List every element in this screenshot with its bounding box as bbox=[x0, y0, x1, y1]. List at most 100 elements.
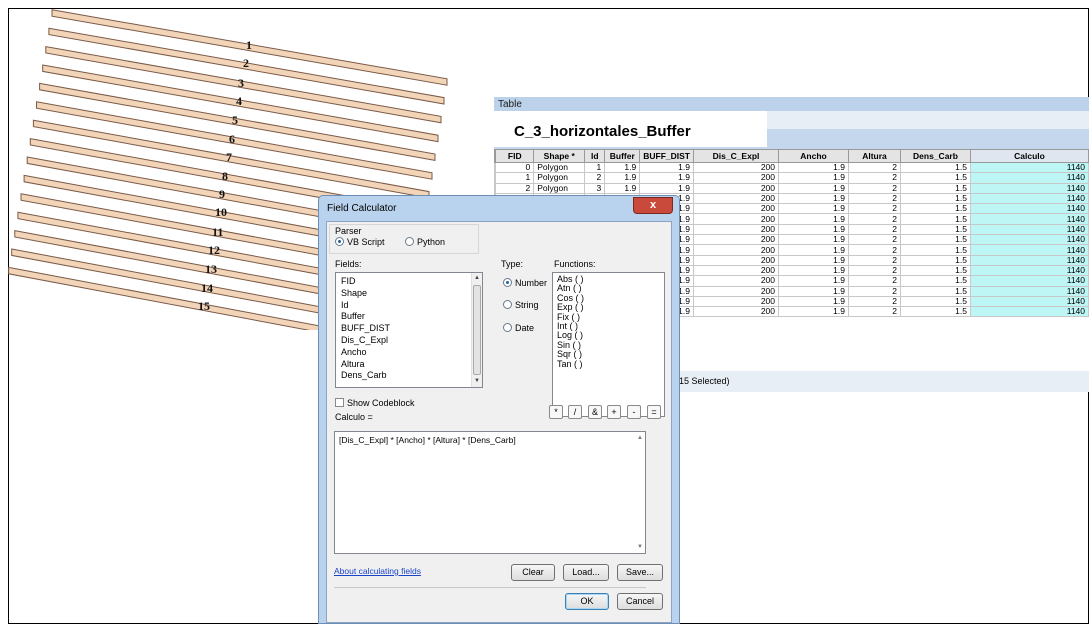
table-cell[interactable]: 200 bbox=[693, 203, 779, 215]
operator-button[interactable]: / bbox=[568, 405, 582, 419]
table-cell[interactable]: 200 bbox=[693, 234, 779, 246]
table-cell[interactable]: 1140 bbox=[970, 254, 1089, 266]
table-cell[interactable]: 200 bbox=[693, 285, 779, 297]
scroll-up-icon[interactable]: ▲ bbox=[472, 273, 482, 284]
table-cell[interactable]: 1.5 bbox=[900, 285, 971, 297]
column-header[interactable]: Shape * bbox=[533, 149, 586, 163]
table-cell[interactable]: 1.9 bbox=[778, 234, 849, 246]
table-cell[interactable]: 2 bbox=[848, 182, 901, 194]
table-cell[interactable]: 1.5 bbox=[900, 182, 971, 194]
table-cell[interactable]: 1.9 bbox=[778, 244, 849, 256]
table-cell[interactable]: 1140 bbox=[970, 172, 1089, 184]
table-cell[interactable]: 1.9 bbox=[778, 213, 849, 225]
expression-editor[interactable]: [Dis_C_Expl] * [Ancho] * [Altura] * [Den… bbox=[334, 431, 646, 554]
field-list-item[interactable]: BUFF_DIST bbox=[336, 323, 482, 335]
table-cell[interactable]: 2 bbox=[848, 172, 901, 184]
table-cell[interactable]: 200 bbox=[693, 172, 779, 184]
load-button[interactable]: Load... bbox=[563, 564, 609, 581]
table-cell[interactable]: 1.9 bbox=[778, 161, 849, 174]
table-cell[interactable]: 2 bbox=[848, 192, 901, 205]
field-list-item[interactable]: Shape bbox=[336, 288, 482, 300]
function-list-item[interactable]: Tan ( ) bbox=[553, 359, 664, 369]
column-header[interactable]: Calculo bbox=[970, 149, 1089, 163]
scroll-thumb[interactable] bbox=[473, 285, 481, 375]
table-cell[interactable]: 1140 bbox=[970, 192, 1089, 205]
table-cell[interactable]: 1.5 bbox=[900, 295, 971, 308]
about-calculating-fields-link[interactable]: About calculating fields bbox=[334, 566, 421, 576]
show-codeblock-checkbox[interactable]: Show Codeblock bbox=[335, 398, 415, 408]
table-cell[interactable]: 1140 bbox=[970, 295, 1089, 308]
table-cell[interactable]: 1.5 bbox=[900, 244, 971, 256]
table-cell[interactable]: 1.5 bbox=[900, 203, 971, 215]
table-cell[interactable]: 200 bbox=[693, 275, 779, 287]
column-header[interactable]: Buffer bbox=[604, 149, 641, 163]
table-cell[interactable]: 1.5 bbox=[900, 161, 971, 174]
table-cell[interactable]: 1.5 bbox=[900, 213, 971, 225]
type-date-radio[interactable]: Date bbox=[503, 323, 534, 333]
parser-vbscript-radio[interactable]: VB Script bbox=[335, 237, 385, 247]
table-cell[interactable]: 1 bbox=[584, 161, 606, 174]
operator-button[interactable]: * bbox=[549, 405, 563, 419]
table-cell[interactable]: 1.9 bbox=[778, 203, 849, 215]
table-cell[interactable]: 1140 bbox=[970, 275, 1089, 287]
table-cell[interactable]: 200 bbox=[693, 264, 779, 277]
table-cell[interactable]: 1.9 bbox=[639, 182, 694, 194]
table-cell[interactable]: Polygon bbox=[533, 172, 586, 184]
table-cell[interactable]: 1.5 bbox=[900, 264, 971, 277]
table-cell[interactable]: 1.9 bbox=[639, 172, 694, 184]
table-cell[interactable]: Polygon bbox=[533, 161, 586, 174]
table-cell[interactable]: Polygon bbox=[533, 182, 586, 194]
table-row[interactable]: 1 Polygon 2 1.9 1.9 200 1.9 2 1.5 1140 bbox=[493, 172, 1089, 184]
table-cell[interactable]: 200 bbox=[693, 223, 779, 236]
table-cell[interactable]: 1.5 bbox=[900, 172, 971, 184]
column-header[interactable]: Id bbox=[584, 149, 606, 163]
clear-button[interactable]: Clear bbox=[511, 564, 555, 581]
table-cell[interactable]: 1.5 bbox=[900, 223, 971, 236]
column-header[interactable]: BUFF_DIST bbox=[639, 149, 694, 163]
table-cell[interactable]: 1.5 bbox=[900, 306, 971, 318]
table-cell[interactable]: 1.9 bbox=[778, 285, 849, 297]
table-cell[interactable]: 200 bbox=[693, 244, 779, 256]
parser-python-radio[interactable]: Python bbox=[405, 237, 445, 247]
table-cell[interactable]: 1 bbox=[495, 172, 535, 184]
type-number-radio[interactable]: Number bbox=[503, 278, 547, 288]
column-header[interactable]: Dis_C_Expl bbox=[693, 149, 779, 163]
table-cell[interactable]: 2 bbox=[848, 275, 901, 287]
table-cell[interactable]: 1140 bbox=[970, 203, 1089, 215]
column-header[interactable]: Altura bbox=[848, 149, 901, 163]
field-list-item[interactable]: Altura bbox=[336, 359, 482, 371]
operator-button[interactable]: - bbox=[627, 405, 641, 419]
close-button[interactable]: x bbox=[633, 197, 673, 214]
table-cell[interactable]: 1.9 bbox=[604, 161, 641, 174]
table-cell[interactable]: 1.9 bbox=[604, 182, 641, 194]
table-cell[interactable]: 1.9 bbox=[778, 182, 849, 194]
table-cell[interactable]: 2 bbox=[848, 234, 901, 246]
table-cell[interactable]: 2 bbox=[848, 223, 901, 236]
column-header[interactable]: Ancho bbox=[778, 149, 849, 163]
table-cell[interactable]: 1.5 bbox=[900, 234, 971, 246]
table-cell[interactable]: 2 bbox=[848, 213, 901, 225]
field-list-item[interactable]: Ancho bbox=[336, 347, 482, 359]
table-cell[interactable]: 1140 bbox=[970, 161, 1089, 174]
field-list-item[interactable]: Dis_C_Expl bbox=[336, 335, 482, 347]
table-cell[interactable]: 1.9 bbox=[778, 172, 849, 184]
table-cell[interactable]: 1140 bbox=[970, 306, 1089, 318]
operator-button[interactable]: + bbox=[607, 405, 621, 419]
scroll-down-icon[interactable]: ▼ bbox=[472, 376, 482, 387]
table-cell[interactable]: 200 bbox=[693, 192, 779, 205]
table-cell[interactable]: 3 bbox=[584, 182, 606, 194]
table-cell[interactable]: 2 bbox=[848, 295, 901, 308]
table-cell[interactable]: 1.5 bbox=[900, 192, 971, 205]
table-cell[interactable]: 2 bbox=[848, 254, 901, 266]
table-cell[interactable]: 1140 bbox=[970, 223, 1089, 236]
table-cell[interactable]: 2 bbox=[848, 161, 901, 174]
table-cell[interactable]: 2 bbox=[848, 264, 901, 277]
functions-list[interactable]: Abs ( ) Atn ( ) Cos ( ) Exp ( ) Fix ( ) Int (… bbox=[552, 272, 665, 417]
field-list-item[interactable]: Dens_Carb bbox=[336, 370, 482, 382]
table-cell[interactable]: 2 bbox=[848, 244, 901, 256]
table-row[interactable]: 2 Polygon 3 1.9 1.9 200 1.9 2 1.5 1140 bbox=[493, 182, 1089, 194]
scroll-down-icon[interactable]: ▼ bbox=[637, 544, 643, 550]
table-cell[interactable]: 1140 bbox=[970, 213, 1089, 225]
table-cell[interactable]: 200 bbox=[693, 213, 779, 225]
table-cell[interactable]: 200 bbox=[693, 254, 779, 266]
